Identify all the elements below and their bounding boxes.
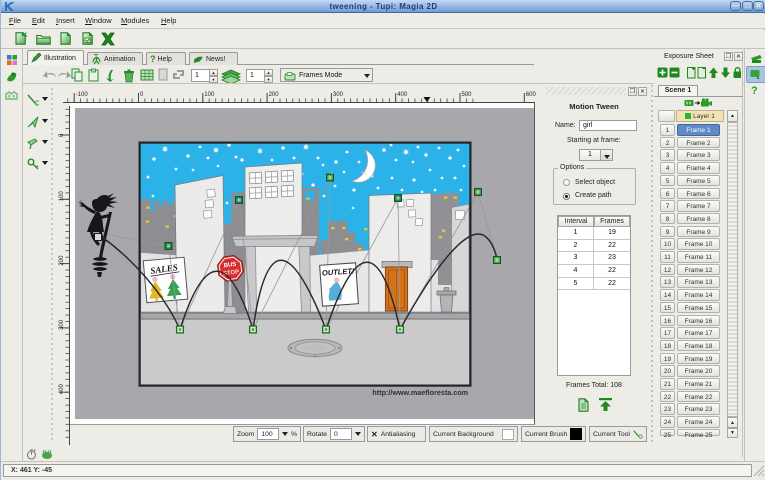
svg-text:0: 0 (140, 92, 144, 98)
svg-text:300: 300 (333, 92, 344, 98)
svg-text:600: 600 (526, 92, 537, 98)
svg-text:200: 200 (59, 255, 65, 266)
svg-text:0: 0 (59, 133, 65, 137)
svg-text:100: 100 (59, 191, 65, 202)
svg-text:200: 200 (269, 92, 280, 98)
svg-text:100: 100 (204, 92, 215, 98)
svg-text:500: 500 (462, 92, 473, 98)
svg-text:400: 400 (397, 92, 408, 98)
svg-text:300: 300 (59, 319, 65, 330)
svg-text:400: 400 (59, 384, 65, 395)
svg-text:-100: -100 (76, 92, 89, 98)
svg-text:http://www.maefloresta.com: http://www.maefloresta.com (372, 388, 468, 397)
